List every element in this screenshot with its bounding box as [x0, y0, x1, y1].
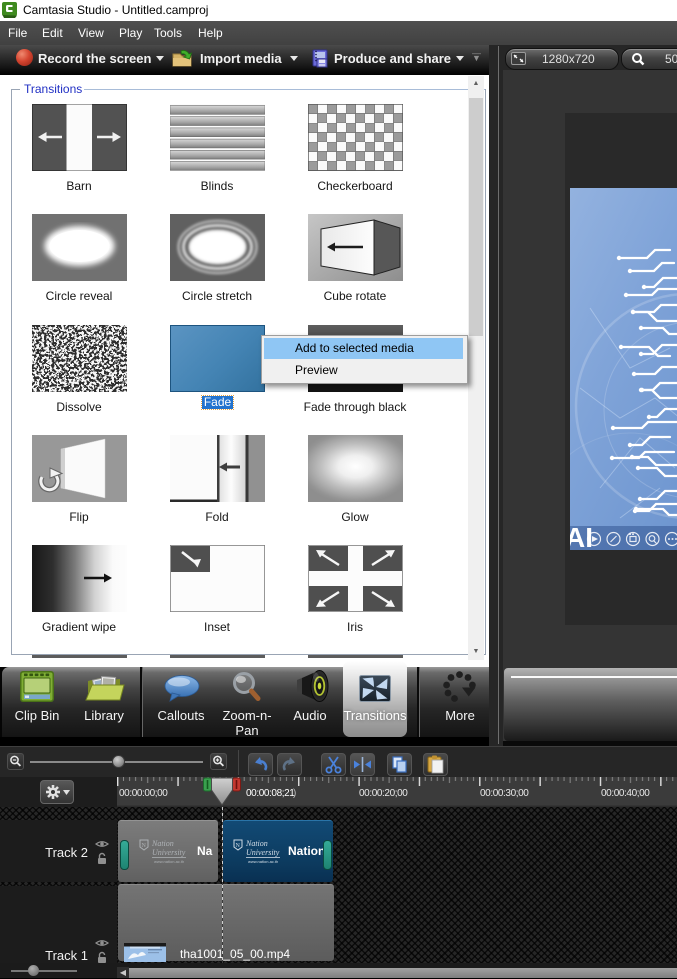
svg-text:www.nation.ac.th: www.nation.ac.th: [154, 859, 184, 864]
svg-text:University: University: [152, 848, 186, 857]
svg-text:N: N: [142, 843, 147, 849]
svg-text:AI: AI: [570, 522, 593, 550]
svg-text:University: University: [246, 848, 280, 857]
svg-text:Nation: Nation: [151, 839, 174, 848]
svg-text:N: N: [236, 843, 241, 849]
svg-text:www.nation.ac.th: www.nation.ac.th: [248, 859, 278, 864]
svg-text:Nation: Nation: [245, 839, 268, 848]
